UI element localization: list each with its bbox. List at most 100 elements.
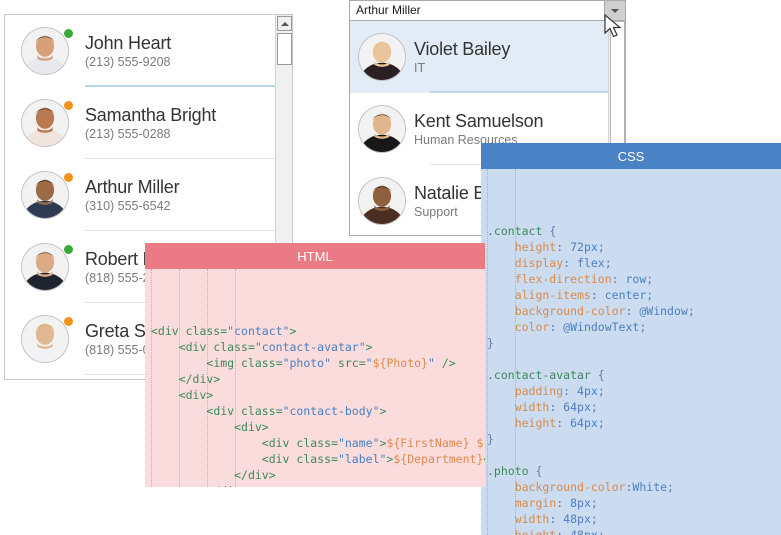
code-token: "contact-avatar" <box>254 340 366 354</box>
code-token: > <box>379 404 387 418</box>
code-token: : <box>556 240 571 254</box>
code-token: { <box>528 464 543 478</box>
code-token: ; <box>590 512 598 526</box>
code-token: ; <box>597 240 605 254</box>
code-token: : <box>556 416 571 430</box>
code-token: </div> <box>483 452 485 466</box>
code-token: ; <box>590 496 598 510</box>
avatar <box>21 315 69 363</box>
status-dot-green <box>64 29 73 38</box>
code-line: <img class="photo" src="${Photo}" /> <box>151 355 485 371</box>
code-token: : <box>549 400 564 414</box>
code-token: : <box>556 496 571 510</box>
code-token: <div class= <box>261 452 338 466</box>
code-token: @Window <box>639 304 688 318</box>
avatar <box>21 27 69 75</box>
code-token: { <box>542 224 557 238</box>
combobox-dropdown-button[interactable] <box>604 1 625 20</box>
code-token: ; <box>604 256 612 270</box>
contact-phone: (213) 555-9208 <box>85 54 171 69</box>
code-token: row <box>625 272 647 286</box>
contact-name: John Heart <box>85 32 172 53</box>
code-token: : <box>625 304 640 318</box>
code-line: background-color:White; <box>487 479 781 495</box>
contact-name: Arthur Miller <box>85 176 180 197</box>
screenshot-root: John Heart (213) 555-9208 Samantha Bright(… <box>0 0 781 535</box>
status-dot-orange <box>64 173 73 182</box>
avatar-wrap <box>13 19 77 83</box>
contact-list-item[interactable]: John Heart (213) 555-9208 <box>5 15 277 87</box>
combobox-field[interactable]: Arthur Miller <box>349 0 626 21</box>
scroll-up-button[interactable] <box>277 16 292 31</box>
code-line: <div> <box>151 387 485 403</box>
code-token: <div class= <box>206 404 283 418</box>
code-token: 48px <box>570 528 598 535</box>
code-token: <img class= <box>206 356 283 370</box>
combobox-option[interactable]: Violet Bailey IT <box>350 21 610 93</box>
code-token: ; <box>646 288 654 302</box>
code-line: height: 72px; <box>487 239 781 255</box>
code-token: "label" <box>337 452 387 466</box>
code-token: @WindowText <box>563 320 640 334</box>
code-line: padding: 4px; <box>487 383 781 399</box>
code-token: </div> <box>206 484 248 487</box>
code-token: /> <box>434 356 456 370</box>
scrollbar-thumb[interactable] <box>277 33 292 65</box>
code-token: White <box>632 480 668 494</box>
code-line: width: 48px; <box>487 511 781 527</box>
code-token: color <box>487 320 550 334</box>
contact-list-item[interactable]: Samantha Bright (213) 555-0288 <box>5 87 277 159</box>
code-token: } <box>487 432 494 446</box>
option-department: IT <box>414 60 426 75</box>
option-name: Violet Bailey <box>414 38 511 59</box>
status-dot-orange <box>64 317 73 326</box>
avatar-wrap <box>350 169 414 233</box>
contact-list-item[interactable]: Arthur Miller (310) 555-6542 <box>5 159 277 231</box>
html-code-panel: HTML <div class="contact"> <div class="c… <box>145 243 485 487</box>
code-token: .contact-avatar <box>487 368 591 382</box>
avatar-wrap <box>13 163 77 227</box>
code-token: : <box>563 256 578 270</box>
code-token: "contact-body" <box>282 404 380 418</box>
avatar-wrap <box>13 91 77 155</box>
code-line: margin: 8px; <box>487 495 781 511</box>
code-line: height: 48px; <box>487 527 781 535</box>
code-token: 48px <box>563 512 591 526</box>
chevron-down-icon <box>611 8 619 13</box>
code-token: : <box>611 272 626 286</box>
code-line: background-color: @Window; <box>487 303 781 319</box>
code-line: <div class="contact-avatar"> <box>151 339 485 355</box>
code-token: ; <box>667 480 674 494</box>
code-token: <div> <box>178 388 214 402</box>
status-dot-green <box>64 245 73 254</box>
code-token: center <box>604 288 647 302</box>
code-line: } <box>487 431 781 447</box>
avatar <box>358 177 406 225</box>
code-token: ${Department} <box>393 452 484 466</box>
contact-body: Violet Bailey IT <box>414 38 610 77</box>
code-token: padding <box>487 384 564 398</box>
code-token: " <box>365 356 373 370</box>
code-line: </div> <box>151 467 485 483</box>
code-token: ; <box>590 400 598 414</box>
code-token: height <box>487 416 557 430</box>
code-token: margin <box>487 496 557 510</box>
code-token: <div class= <box>178 340 255 354</box>
status-dot-orange <box>64 101 73 110</box>
code-token: ; <box>687 304 695 318</box>
css-code-panel: CSS .contact { height: 72px; display: fl… <box>481 143 781 535</box>
contact-phone: (310) 555-6542 <box>85 198 171 213</box>
code-token: align-items <box>487 288 591 302</box>
code-line: align-items: center; <box>487 287 781 303</box>
code-token: </div> <box>178 372 221 386</box>
contact-body: Arthur Miller (310) 555-6542 <box>85 176 277 215</box>
